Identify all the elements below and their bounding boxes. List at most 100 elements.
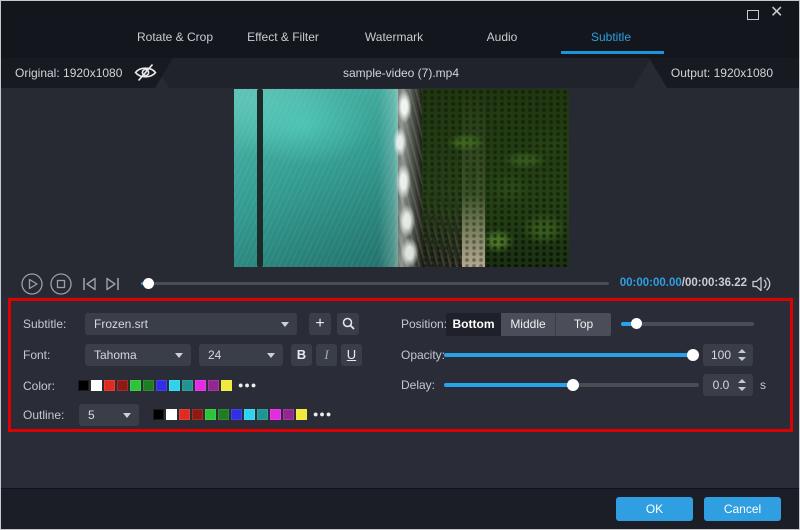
delay-spinner[interactable]: 0.0 (703, 374, 753, 396)
search-icon (342, 317, 355, 330)
eye-off-icon (133, 63, 158, 82)
color-swatch[interactable] (179, 409, 190, 420)
color-swatch[interactable] (195, 380, 206, 391)
color-swatch[interactable] (283, 409, 294, 420)
timeline-slider[interactable] (141, 282, 609, 285)
subtitle-label: Subtitle: (23, 317, 66, 331)
position-option-top[interactable]: Top (556, 313, 611, 336)
font-size-select[interactable]: 24 (199, 344, 283, 366)
delay-slider-thumb[interactable] (567, 379, 579, 391)
color-swatch[interactable] (231, 409, 242, 420)
color-swatch[interactable] (296, 409, 307, 420)
tab-rotate-crop[interactable]: Rotate & Crop (137, 30, 213, 44)
color-swatch[interactable] (169, 380, 180, 391)
chevron-down-icon (267, 353, 275, 358)
total-time: /00:00:36.22 (682, 277, 747, 289)
stop-button[interactable] (50, 273, 72, 300)
spinner-down-icon[interactable] (738, 357, 746, 361)
next-frame-button[interactable] (104, 276, 122, 297)
surf-foam (378, 89, 422, 267)
cancel-button[interactable]: Cancel (704, 497, 781, 521)
output-resolution-label: Output: 1920x1080 (649, 58, 800, 88)
font-size-value: 24 (208, 348, 221, 362)
chevron-down-icon (281, 322, 289, 327)
timeline-thumb[interactable] (143, 278, 154, 289)
color-swatch[interactable] (205, 409, 216, 420)
font-label: Font: (23, 348, 50, 362)
play-button[interactable] (21, 273, 43, 300)
tab-effect-filter[interactable]: Effect & Filter (247, 30, 319, 44)
subtitle-editor-window: Rotate & Crop Effect & Filter Watermark … (0, 0, 800, 530)
chevron-down-icon (175, 353, 183, 358)
color-swatch[interactable] (130, 380, 141, 391)
outline-label: Outline: (23, 408, 64, 422)
boat-speck (257, 89, 263, 267)
color-swatch[interactable] (166, 409, 177, 420)
forest-top-edge (422, 89, 569, 267)
footer-bar: OK Cancel (1, 488, 799, 530)
underline-button[interactable]: U (341, 344, 362, 366)
color-swatch[interactable] (182, 380, 193, 391)
spinner-up-icon[interactable] (738, 349, 746, 353)
close-button[interactable]: ✕ (770, 4, 783, 22)
video-filename: sample-video (7).mp4 (151, 58, 651, 88)
color-swatch[interactable] (257, 409, 268, 420)
delay-unit-label: s (760, 378, 766, 392)
color-swatch-row (78, 380, 232, 391)
outline-swatch-row (153, 409, 307, 420)
search-subtitle-button[interactable] (337, 313, 359, 335)
subtitle-file-select[interactable]: Frozen.srt (85, 313, 297, 335)
chevron-down-icon (123, 413, 131, 418)
color-swatch[interactable] (156, 380, 167, 391)
color-swatch[interactable] (244, 409, 255, 420)
color-swatch[interactable] (91, 380, 102, 391)
position-slider-thumb[interactable] (631, 318, 642, 329)
maximize-button[interactable] (747, 10, 759, 20)
delay-value: 0.0 (703, 374, 739, 396)
color-swatch[interactable] (208, 380, 219, 391)
ok-button[interactable]: OK (616, 497, 693, 521)
subtitle-visibility-toggle[interactable] (133, 63, 158, 82)
opacity-slider-thumb[interactable] (687, 349, 699, 361)
add-subtitle-button[interactable]: + (309, 313, 331, 335)
color-swatch[interactable] (221, 380, 232, 391)
previous-frame-button[interactable] (80, 276, 98, 297)
subtitle-settings-panel: Subtitle: Frozen.srt + Font: Tahoma 24 B… (1, 297, 799, 488)
spinner-down-icon[interactable] (738, 387, 746, 391)
color-swatch[interactable] (218, 409, 229, 420)
tab-watermark[interactable]: Watermark (365, 30, 423, 44)
volume-button[interactable] (752, 276, 772, 292)
opacity-slider[interactable] (444, 353, 698, 357)
outline-size-value: 5 (88, 408, 95, 422)
delay-slider-fill (444, 383, 573, 387)
color-swatch[interactable] (104, 380, 115, 391)
color-swatch[interactable] (192, 409, 203, 420)
tab-subtitle[interactable]: Subtitle (591, 30, 631, 44)
font-family-value: Tahoma (94, 348, 137, 362)
position-option-bottom[interactable]: Bottom (446, 313, 501, 336)
italic-button[interactable]: I (316, 344, 337, 366)
next-frame-icon (104, 276, 122, 292)
video-preview (234, 89, 569, 267)
color-swatch[interactable] (270, 409, 281, 420)
spinner-up-icon[interactable] (738, 379, 746, 383)
position-option-middle[interactable]: Middle (501, 313, 556, 336)
more-colors-button[interactable]: ●●● (238, 380, 257, 391)
tab-audio[interactable]: Audio (487, 30, 518, 44)
subtitle-file-value: Frozen.srt (94, 317, 148, 331)
active-tab-underline (561, 51, 664, 54)
titlebar: Rotate & Crop Effect & Filter Watermark … (1, 1, 799, 58)
outline-size-select[interactable]: 5 (79, 404, 139, 426)
color-swatch[interactable] (143, 380, 154, 391)
color-label: Color: (23, 379, 55, 393)
color-swatch[interactable] (153, 409, 164, 420)
color-swatch[interactable] (78, 380, 89, 391)
opacity-value: 100 (703, 344, 739, 366)
font-family-select[interactable]: Tahoma (85, 344, 191, 366)
preview-stage: sample-video (7).mp4 Original: 1920x1080… (1, 58, 799, 297)
current-time: 00:00:00.00 (620, 277, 682, 289)
bold-button[interactable]: B (291, 344, 312, 366)
more-outline-colors-button[interactable]: ●●● (313, 409, 332, 420)
color-swatch[interactable] (117, 380, 128, 391)
opacity-spinner[interactable]: 100 (703, 344, 753, 366)
